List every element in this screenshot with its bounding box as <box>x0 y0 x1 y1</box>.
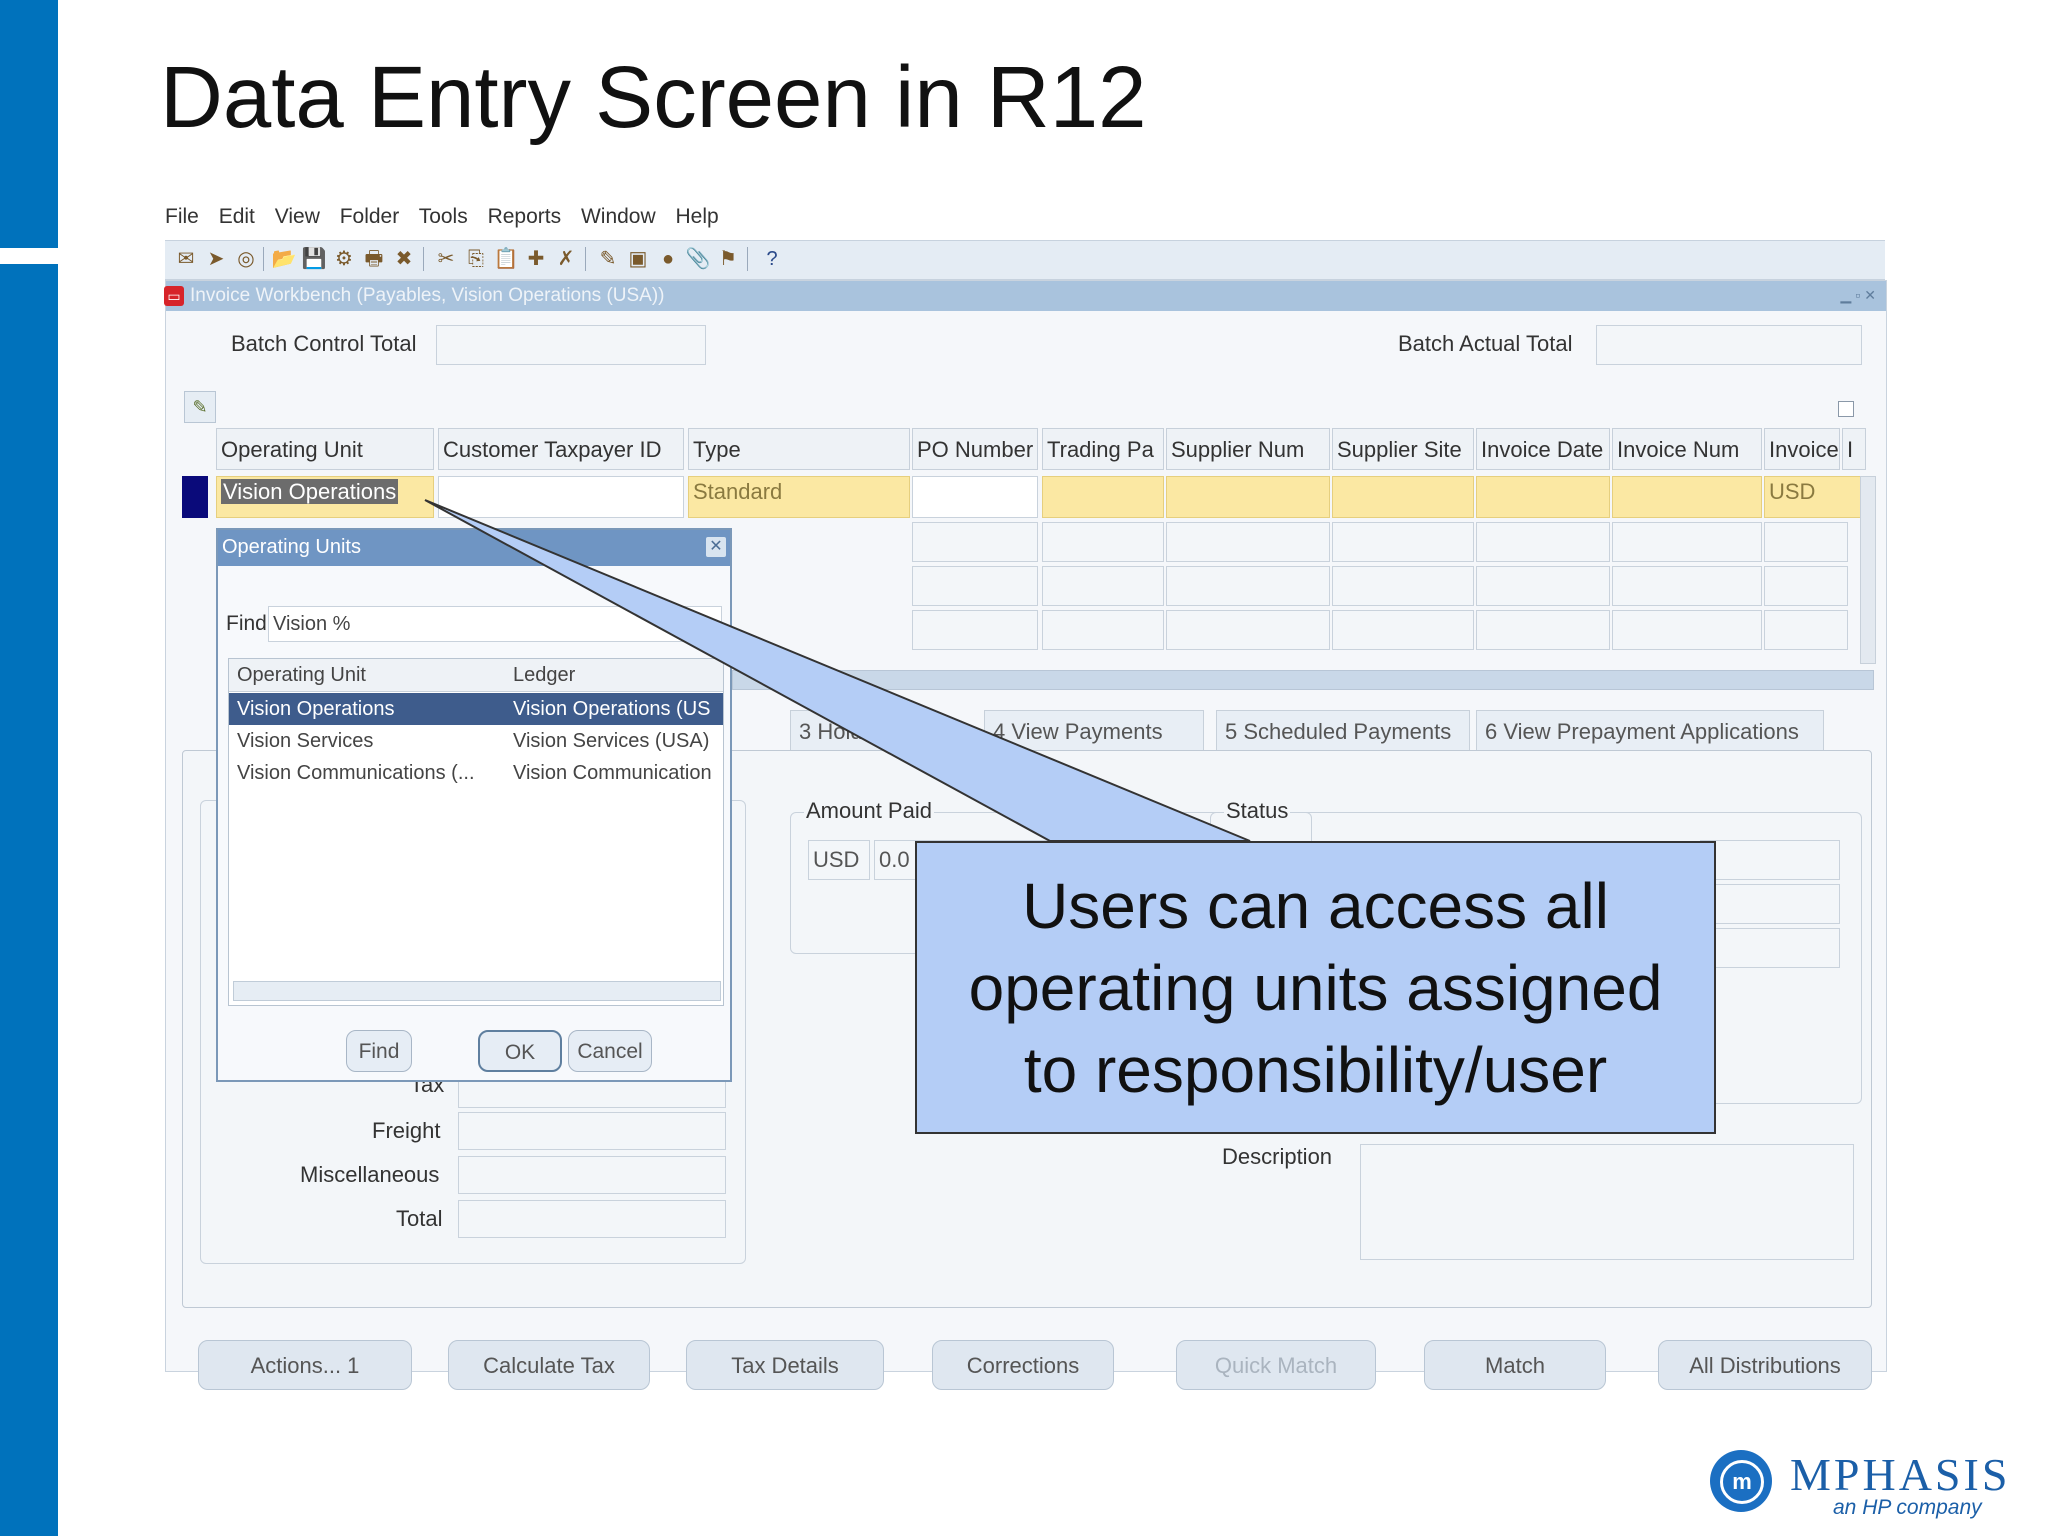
callout-line-2: operating units assigned <box>968 952 1663 1024</box>
logo-tagline: an HP company <box>1833 1496 1982 1519</box>
logo-name: MPHASIS <box>1790 1449 2011 1500</box>
mphasis-logo-icon: m <box>1710 1450 1772 1512</box>
callout-text: Users can access all operating units ass… <box>917 865 1714 1111</box>
callout-line-1: Users can access all <box>1022 870 1609 942</box>
callout-pointer <box>424 499 1251 842</box>
callout-line-3: to responsibility/user <box>1023 1034 1608 1106</box>
callout-box: Users can access all operating units ass… <box>915 841 1716 1134</box>
